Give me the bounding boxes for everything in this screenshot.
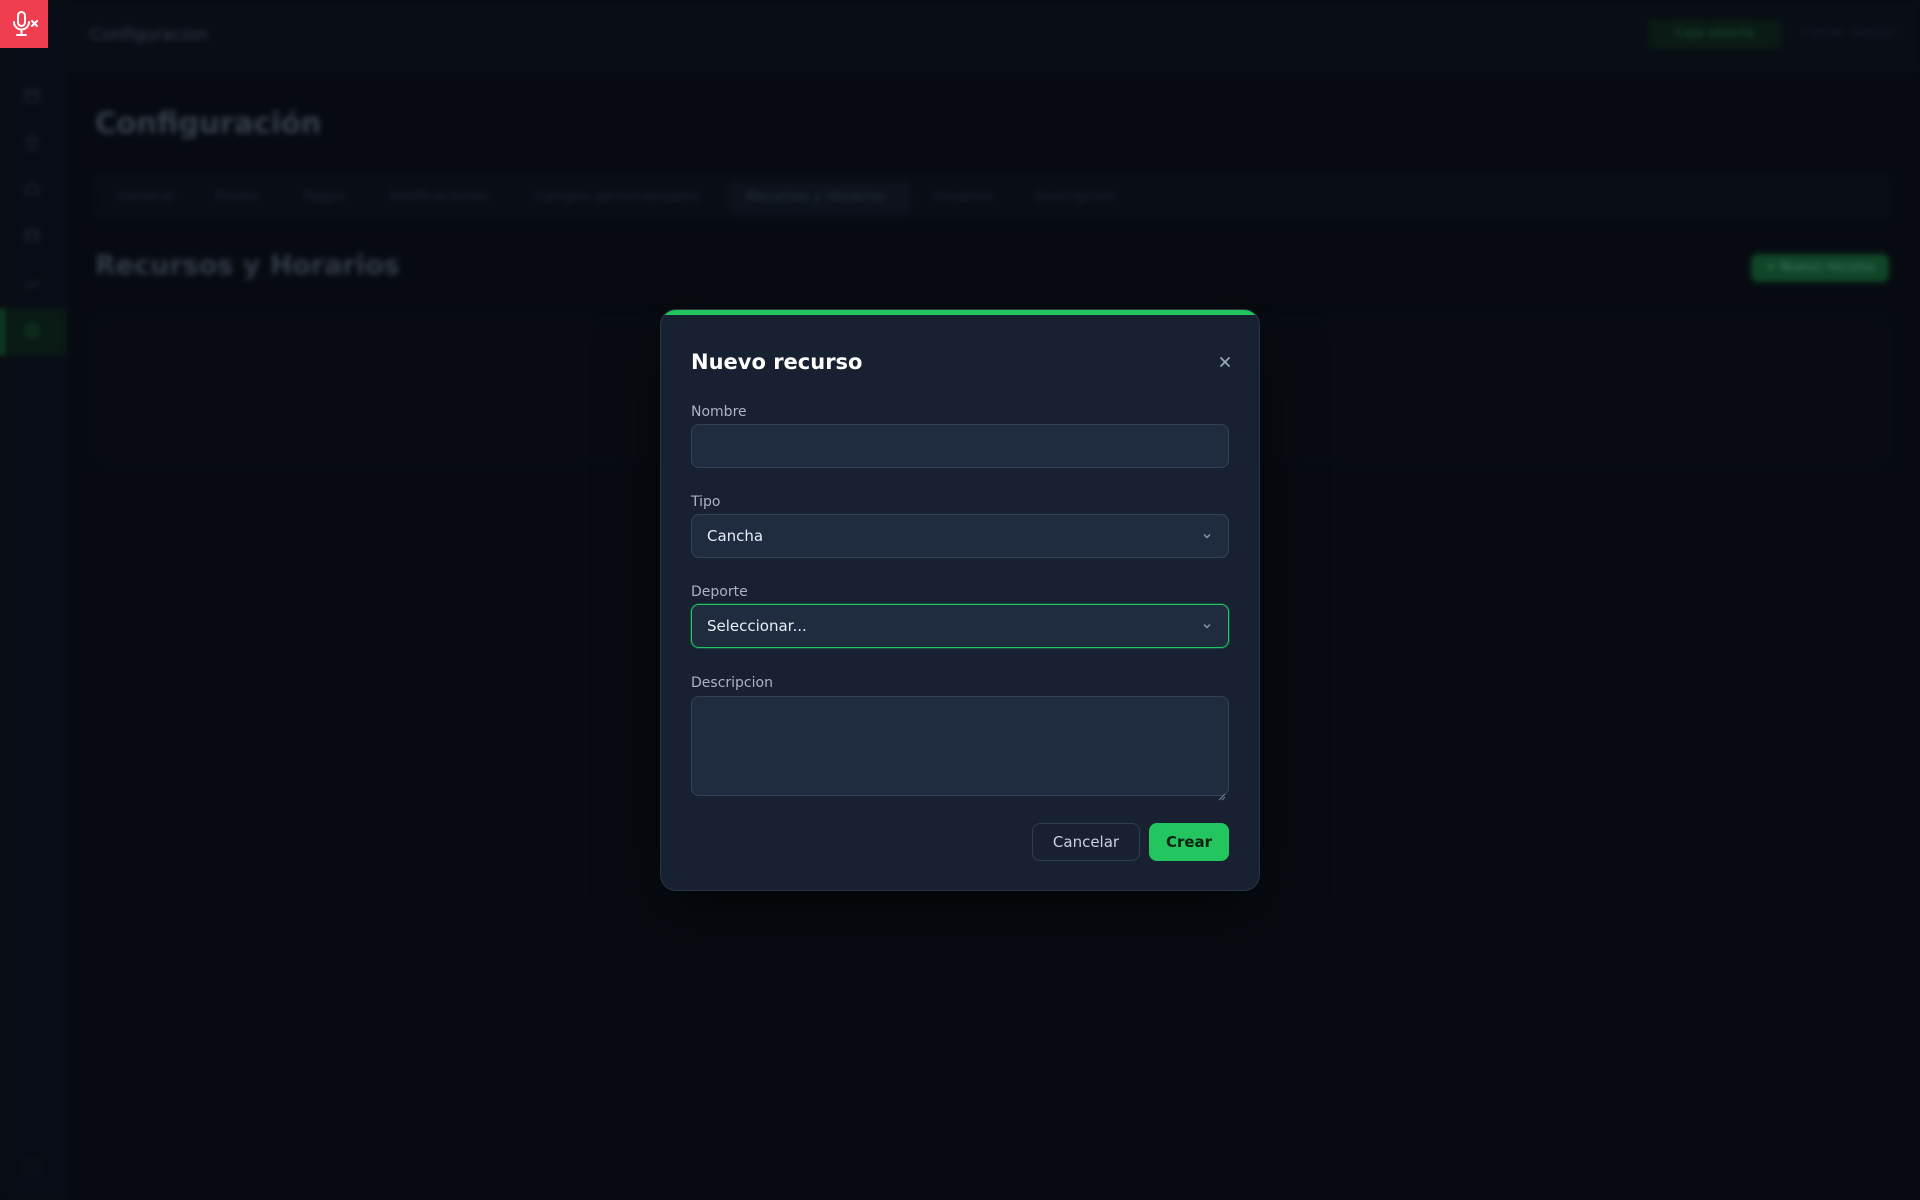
nombre-input[interactable] — [691, 424, 1229, 468]
new-resource-modal: Nuevo recurso Nombre Tipo Cancha Deporte… — [660, 309, 1260, 891]
mic-off-icon[interactable] — [0, 0, 48, 48]
modal-accent-bar — [661, 310, 1259, 315]
close-icon[interactable] — [1215, 352, 1235, 372]
cancel-button[interactable]: Cancelar — [1032, 823, 1140, 861]
chevron-down-icon — [1203, 534, 1211, 539]
resize-handle-icon[interactable] — [1216, 786, 1226, 801]
deporte-select[interactable]: Seleccionar... — [691, 604, 1229, 648]
descripcion-label: Descripcion — [691, 675, 773, 691]
modal-title: Nuevo recurso — [691, 350, 863, 374]
deporte-select-value: Seleccionar... — [707, 617, 807, 635]
tipo-select-value: Cancha — [707, 527, 764, 545]
nombre-label: Nombre — [691, 404, 747, 420]
tipo-label: Tipo — [691, 494, 721, 510]
descripcion-textarea[interactable] — [691, 696, 1229, 796]
tipo-select[interactable]: Cancha — [691, 514, 1229, 558]
deporte-label: Deporte — [691, 584, 748, 600]
chevron-down-icon — [1203, 624, 1211, 629]
create-button[interactable]: Crear — [1149, 823, 1229, 861]
